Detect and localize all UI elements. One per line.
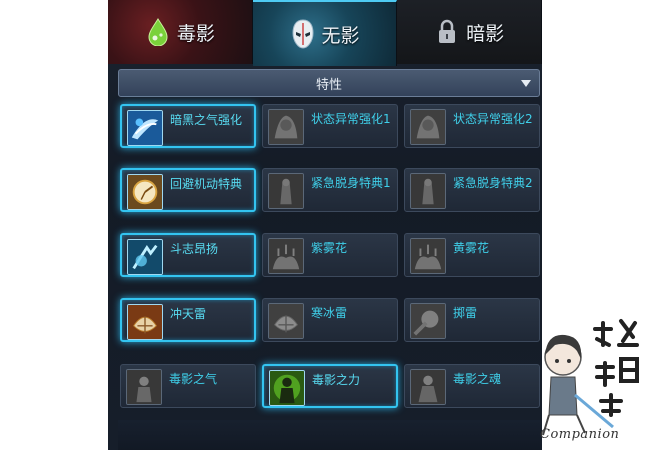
skill-card[interactable]: 紫雾花 (262, 233, 398, 277)
tab-dark-shadow[interactable]: 暗影 (397, 0, 542, 64)
skill-card[interactable]: 冲天雷 (120, 298, 256, 342)
sky-thunder-skill-icon (127, 304, 163, 340)
skill-name: 斗志昂扬 (170, 242, 219, 256)
poison-aura-skill-icon (126, 369, 162, 405)
status-boost-skill-icon (410, 109, 446, 145)
tab-label: 暗影 (466, 22, 505, 45)
skill-card[interactable]: 斗志昂扬 (120, 233, 256, 277)
skill-name: 黄雾花 (453, 241, 490, 255)
skill-card[interactable]: 掷雷 (404, 298, 540, 342)
skill-card[interactable]: 紧急脱身特典1 (262, 168, 398, 212)
skill-name: 暗黑之气强化 (170, 113, 243, 127)
skill-card[interactable]: 寒冰雷 (262, 298, 398, 342)
poison-power-skill-icon (269, 370, 305, 406)
skill-card[interactable]: 状态异常强化2 (404, 104, 540, 148)
escape-skill-icon (410, 173, 446, 209)
escape-skill-icon (268, 173, 304, 209)
yellow-mist-skill-icon (410, 238, 446, 274)
tab-no-shadow[interactable]: 无影 (252, 0, 398, 66)
skill-name: 状态异常强化2 (453, 112, 533, 126)
skill-card[interactable]: 毒影之气 (120, 364, 256, 408)
class-tabs: 毒影 无影 暗影 (108, 0, 542, 66)
ice-thunder-skill-icon (268, 303, 304, 339)
skill-name: 毒影之力 (312, 373, 361, 387)
tab-label: 毒影 (176, 22, 215, 45)
skill-card[interactable]: 黄雾花 (404, 233, 540, 277)
trait-dropdown[interactable]: 特性 (118, 69, 540, 97)
tab-poison-shadow[interactable]: 毒影 (108, 0, 253, 64)
dark-aura-skill-icon (127, 110, 163, 146)
skill-card[interactable]: 毒影之力 (262, 364, 398, 408)
purple-mist-skill-icon (268, 238, 304, 274)
evasion-skill-icon (127, 174, 163, 210)
skill-name: 紫雾花 (311, 241, 348, 255)
skill-name: 毒影之魂 (453, 372, 502, 386)
tab-label: 无影 (321, 24, 360, 47)
skill-name: 紧急脱身特典1 (311, 176, 391, 190)
skill-name: 紧急脱身特典2 (453, 176, 533, 190)
skill-card[interactable]: 紧急脱身特典2 (404, 168, 540, 212)
skill-name: 毒影之气 (169, 372, 218, 386)
fighting-spirit-skill-icon (127, 239, 163, 275)
skill-name: 寒冰雷 (311, 306, 348, 320)
skill-card[interactable]: 毒影之魂 (404, 364, 540, 408)
skill-name: 掷雷 (453, 306, 478, 320)
companion-caption: Companion (540, 427, 620, 442)
skill-card[interactable]: 暗黑之气强化 (120, 104, 256, 148)
throw-thunder-skill-icon (410, 303, 446, 339)
skill-name: 回避机动特典 (170, 177, 243, 191)
dropdown-label: 特性 (315, 77, 342, 93)
skill-name: 状态异常强化1 (311, 112, 391, 126)
skill-name: 冲天雷 (170, 307, 207, 321)
skill-panel: 毒影 无影 暗影 特性 暗黑之气强化 状态异常强化1 状态异常强化2 回避机动特… (108, 0, 542, 450)
skill-card[interactable]: 回避机动特典 (120, 168, 256, 212)
skill-card[interactable]: 状态异常强化1 (262, 104, 398, 148)
bottom-strip (118, 420, 540, 450)
mask-icon (290, 19, 316, 49)
triangle-down-icon (521, 80, 531, 87)
poison-soul-skill-icon (410, 369, 446, 405)
lock-icon (434, 17, 460, 47)
status-boost-skill-icon (268, 109, 304, 145)
poison-drop-icon (145, 17, 171, 47)
